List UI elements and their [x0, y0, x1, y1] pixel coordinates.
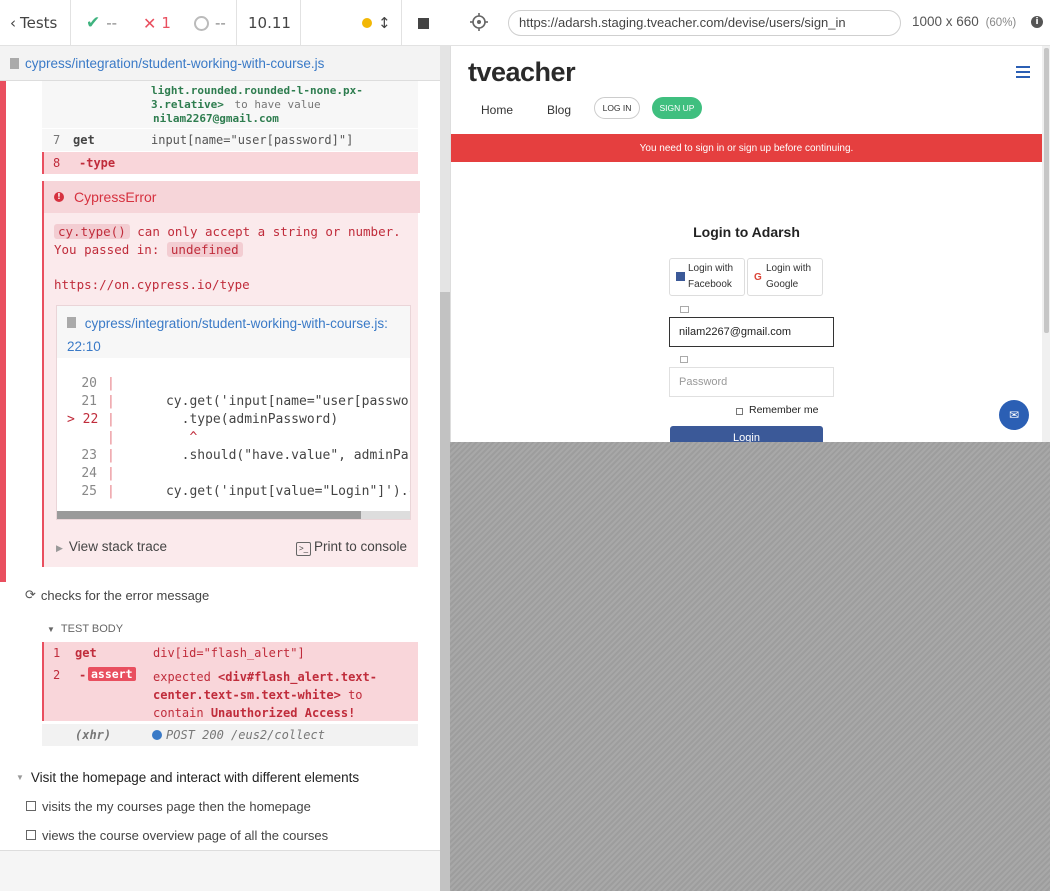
error-footer: ▶ View stack trace >_ Print to console — [44, 531, 420, 563]
aut-scrollbar[interactable] — [1042, 46, 1050, 442]
viewport-size: 1000 x 660 (60%) — [912, 14, 1017, 29]
chevron-left-icon: ‹ — [10, 14, 16, 32]
command-row-get-flash[interactable]: 1 get div[id="flash_alert"] — [42, 642, 418, 664]
failed-test-stripe — [0, 81, 6, 582]
command-row-get[interactable]: 7 get input[name="user[password]"] — [42, 129, 418, 151]
file-icon — [10, 57, 19, 69]
code-frame-file-link[interactable]: cypress/integration/student-working-with… — [57, 306, 410, 358]
test-checks-error-message[interactable]: ⟳ checks for the error message — [25, 586, 209, 604]
chat-icon: ✉ — [1008, 408, 1020, 422]
remember-me-label: Remember me — [749, 404, 819, 416]
command-row-assert[interactable]: 2 - assert expected <div#flash_alert.tex… — [42, 664, 418, 721]
code-line: 23 | .should("have.value", adminPas — [81, 448, 411, 463]
google-icon: G — [754, 272, 762, 283]
caret-right-icon: ▶ — [56, 543, 63, 553]
lock-icon — [680, 356, 688, 363]
login-submit-button[interactable]: Login — [670, 426, 823, 442]
tests-label: Tests — [20, 14, 58, 32]
nav-signup-button[interactable]: SIGN UP — [652, 97, 702, 119]
aut-iframe: tveacher Home Blog LOG IN SIGN UP You ne… — [450, 46, 1050, 442]
xhr-row[interactable]: (xhr) POST 200 /eus2/collect — [42, 724, 418, 746]
crosshair-icon — [470, 13, 488, 31]
login-google-button[interactable]: G Login with Google — [747, 258, 823, 296]
url-field[interactable]: https://adarsh.staging.tveacher.com/devi… — [508, 10, 901, 36]
reporter-commands: light.rounded.rounded-l-none.px- 3.relat… — [0, 81, 440, 891]
stop-icon — [418, 17, 429, 29]
site-logo[interactable]: tveacher — [468, 57, 576, 88]
aut-empty-area — [450, 442, 1050, 891]
flash-alert: You need to sign in or sign up before co… — [451, 134, 1042, 162]
updown-arrow-icon: ↕ — [378, 14, 391, 32]
refresh-icon: ⟳ — [25, 587, 36, 602]
aut-header: https://adarsh.staging.tveacher.com/devi… — [450, 0, 1050, 46]
error-panel: ! CypressError cy.type() can only accept… — [42, 181, 420, 567]
xhr-status-dot-icon — [152, 730, 162, 740]
spec-path-bar: cypress/integration/student-working-with… — [0, 46, 440, 81]
caret-down-icon: ▼ — [47, 624, 55, 634]
code-frame: cypress/integration/student-working-with… — [56, 305, 411, 520]
password-field[interactable]: Password — [669, 367, 834, 397]
error-title: CypressError — [74, 189, 157, 205]
assert-message: expected <div#flash_alert.text- center.t… — [153, 670, 377, 720]
pending-checkbox-icon — [26, 830, 36, 840]
view-stack-trace[interactable]: ▶ View stack trace — [56, 539, 167, 554]
nav-login-button[interactable]: LOG IN — [594, 97, 640, 119]
auto-scroll-toggle[interactable]: ↕ — [362, 0, 391, 46]
code-line: 20 | — [81, 376, 115, 391]
code-line: 21 | cy.get('input[name="user[passwor — [81, 394, 411, 409]
code-scrollbar[interactable] — [57, 511, 410, 519]
code-line: 25 | cy.get('input[value="Login"]').c — [81, 484, 411, 499]
passed-count: ✔ -- — [86, 13, 118, 33]
code-line: 24 | — [81, 466, 115, 481]
print-to-console-button[interactable]: >_ Print to console — [296, 539, 407, 556]
nav-blog[interactable]: Blog — [547, 103, 571, 117]
remember-me-checkbox[interactable] — [736, 408, 743, 415]
stop-button[interactable] — [418, 0, 429, 46]
chat-widget-button[interactable]: ✉ — [999, 400, 1029, 430]
caret-down-icon: ▼ — [16, 772, 24, 782]
login-facebook-button[interactable]: Login with Facebook — [669, 258, 745, 296]
error-header: ! CypressError — [44, 181, 420, 213]
error-message: cy.type() can only accept a string or nu… — [54, 224, 401, 257]
envelope-icon — [680, 306, 689, 313]
test-my-courses[interactable]: visits the my courses page then the home… — [26, 797, 311, 815]
facebook-icon — [676, 272, 685, 281]
error-circle-icon: ! — [54, 192, 64, 202]
spec-path[interactable]: cypress/integration/student-working-with… — [25, 56, 324, 71]
login-title: Login to Adarsh — [693, 224, 800, 240]
command-row-type-failed[interactable]: 8 -type — [42, 152, 418, 174]
pending-count: -- — [194, 0, 226, 46]
reporter-scrollbar-thumb[interactable] — [440, 292, 450, 891]
selector-playground-button[interactable] — [470, 13, 488, 31]
test-course-overview[interactable]: views the course overview page of all th… — [26, 826, 328, 844]
spinner-icon — [194, 15, 209, 31]
pending-checkbox-icon — [26, 801, 36, 811]
hamburger-menu-icon[interactable] — [1016, 66, 1030, 78]
check-icon: ✔ — [86, 13, 101, 33]
status-dot-icon — [362, 18, 372, 28]
failed-count: ✕ 1 — [143, 13, 171, 33]
previous-command: light.rounded.rounded-l-none.px- 3.relat… — [42, 81, 418, 128]
reporter-header: ‹ Tests ✔ -- ✕ 1 -- 10.11 ↕ — [0, 0, 450, 46]
file-icon — [67, 317, 76, 328]
terminal-icon: >_ — [296, 542, 311, 556]
duration: 10.11 — [248, 14, 291, 32]
error-docs-link[interactable]: https://on.cypress.io/type — [54, 277, 250, 292]
x-icon: ✕ — [143, 13, 157, 33]
nav-home[interactable]: Home — [481, 103, 513, 117]
email-field[interactable]: nilam2267@gmail.com — [669, 317, 834, 347]
suite-homepage[interactable]: ▼ Visit the homepage and interact with d… — [16, 768, 359, 786]
test-body-toggle[interactable]: ▼ TEST BODY — [47, 621, 123, 637]
code-line: | ^ — [107, 430, 198, 445]
tests-back-button[interactable]: ‹ Tests — [10, 0, 57, 46]
info-icon[interactable]: i — [1031, 16, 1043, 28]
code-line: > 22 | .type(adminPassword) — [67, 412, 339, 427]
assert-badge: assert — [88, 667, 136, 681]
